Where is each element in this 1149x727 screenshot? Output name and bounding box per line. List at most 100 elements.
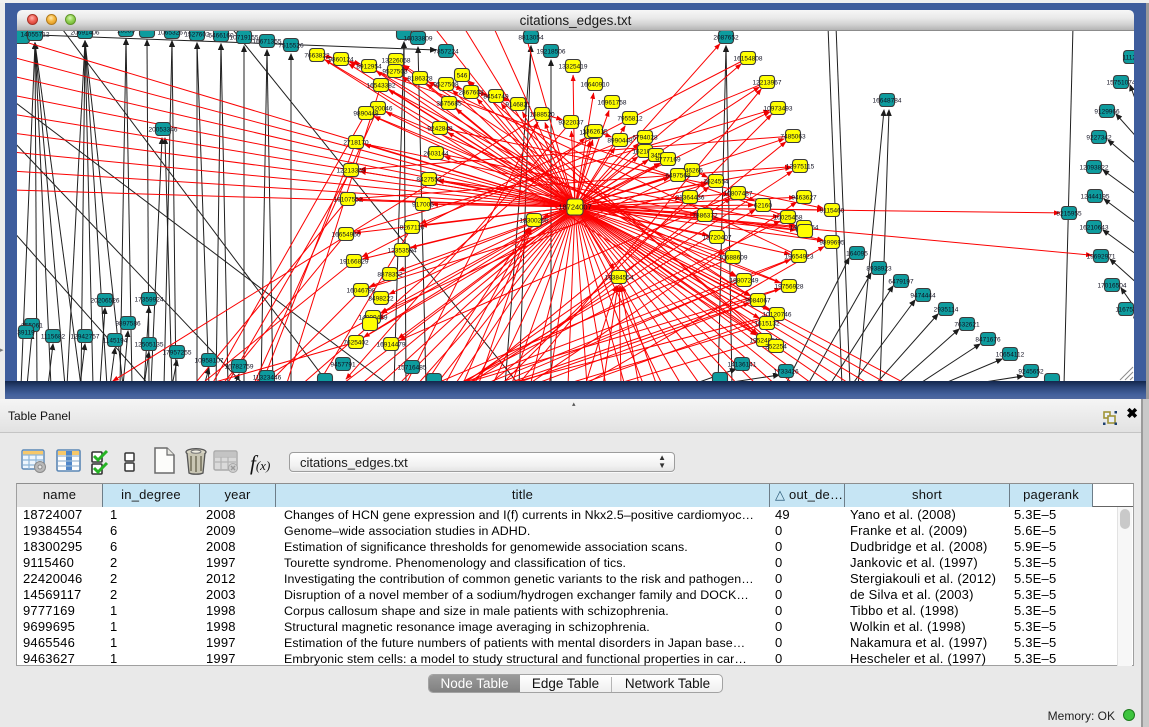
svg-text:12213369: 12213369 xyxy=(337,167,366,174)
svg-text:10688609: 10688609 xyxy=(719,254,748,261)
svg-text:7857224: 7857224 xyxy=(433,48,459,55)
svg-text:9860124: 9860124 xyxy=(328,56,354,63)
svg-text:2087652: 2087652 xyxy=(713,34,739,41)
svg-text:7515526: 7515526 xyxy=(278,42,304,49)
svg-text:16648784: 16648784 xyxy=(873,97,902,104)
svg-text:8454749: 8454749 xyxy=(483,93,509,100)
svg-text:9899695: 9899695 xyxy=(819,239,845,246)
svg-text:13325419: 13325419 xyxy=(559,63,588,70)
svg-text:1588520: 1588520 xyxy=(529,111,555,118)
svg-text:14136141: 14136141 xyxy=(728,361,757,368)
svg-text:19692971: 19692971 xyxy=(1087,253,1116,260)
svg-text:8267110: 8267110 xyxy=(400,224,425,231)
svg-text:6794028: 6794028 xyxy=(632,134,658,141)
svg-text:8912954: 8912954 xyxy=(356,63,382,70)
svg-text:17957255: 17957255 xyxy=(163,349,192,356)
svg-text:20691406: 20691406 xyxy=(71,31,100,36)
svg-text:19384554: 19384554 xyxy=(605,274,634,281)
svg-text:62160: 62160 xyxy=(754,202,772,209)
svg-text:19166829: 19166829 xyxy=(340,258,369,265)
svg-text:12213967: 12213967 xyxy=(753,79,782,86)
svg-text:9463627: 9463627 xyxy=(791,194,817,201)
svg-text:9890448: 9890448 xyxy=(353,110,379,117)
svg-text:10973493: 10973493 xyxy=(764,105,793,112)
svg-text:3675685: 3675685 xyxy=(436,100,462,107)
svg-text:546: 546 xyxy=(457,72,468,79)
svg-text:12353594: 12353594 xyxy=(388,247,417,254)
svg-text:252254: 252254 xyxy=(765,343,787,350)
svg-text:9527508: 9527508 xyxy=(433,81,459,88)
svg-text:2867608: 2867608 xyxy=(458,89,484,96)
svg-text:9129966: 9129966 xyxy=(1094,108,1120,115)
svg-text:9474444: 9474444 xyxy=(910,292,936,299)
svg-text:14055712: 14055712 xyxy=(21,31,50,38)
svg-text:3624554: 3624554 xyxy=(703,178,729,185)
svg-text:12444195: 12444195 xyxy=(1081,193,1110,200)
svg-text:19756928: 19756928 xyxy=(775,283,804,290)
svg-text:9227342: 9227342 xyxy=(1086,134,1112,141)
svg-text:917006: 917006 xyxy=(412,201,434,208)
svg-text:12975115: 12975115 xyxy=(786,163,815,170)
svg-text:9084067: 9084067 xyxy=(745,297,771,304)
svg-text:8471676: 8471676 xyxy=(975,336,1001,343)
svg-text:15751074: 15751074 xyxy=(1107,79,1134,86)
svg-text:15716485: 15716485 xyxy=(398,364,427,371)
svg-text:11123: 11123 xyxy=(1122,54,1134,61)
svg-text:9322037: 9322037 xyxy=(558,119,584,126)
svg-text:1615132: 1615132 xyxy=(754,320,780,327)
svg-text:17359924: 17359924 xyxy=(135,296,164,303)
svg-text:7663822: 7663822 xyxy=(304,52,330,59)
svg-text:6479197: 6479197 xyxy=(888,278,914,285)
svg-text:2935114: 2935114 xyxy=(934,306,959,313)
svg-text:7955812: 7955812 xyxy=(617,115,643,122)
svg-text:19654923: 19654923 xyxy=(785,253,814,260)
svg-text:1733426: 1733426 xyxy=(773,368,799,375)
svg-text:16033809: 16033809 xyxy=(404,35,433,42)
svg-text:10958107: 10958107 xyxy=(195,357,224,364)
svg-text:1145194: 1145194 xyxy=(103,337,128,344)
svg-text:16654966: 16654966 xyxy=(332,231,361,238)
svg-text:7632621: 7632621 xyxy=(954,321,980,328)
svg-text:9146821: 9146821 xyxy=(505,101,531,108)
svg-text:12093822: 12093822 xyxy=(1080,164,1109,171)
svg-text:11323446: 11323446 xyxy=(253,374,282,381)
svg-text:10654112: 10654112 xyxy=(996,351,1025,358)
svg-text:9245652: 9245652 xyxy=(1018,368,1044,375)
svg-text:1115682: 1115682 xyxy=(41,333,66,340)
svg-text:10653267: 10653267 xyxy=(158,31,187,36)
svg-text:164095: 164095 xyxy=(846,250,868,257)
svg-text:16107552: 16107552 xyxy=(334,196,363,203)
svg-text:8215955: 8215955 xyxy=(1056,210,1082,217)
svg-text:16640910: 16640910 xyxy=(581,81,610,88)
svg-text:17016504: 17016504 xyxy=(1098,282,1127,289)
svg-text:19218506: 19218506 xyxy=(537,48,566,55)
svg-text:16782759: 16782759 xyxy=(225,363,254,370)
svg-text:15720407: 15720407 xyxy=(703,234,732,241)
svg-text:6497568: 6497568 xyxy=(665,172,691,179)
svg-text:7485063: 7485063 xyxy=(780,133,806,140)
svg-text:39119: 39119 xyxy=(17,329,35,336)
svg-text:16210643: 16210643 xyxy=(1080,224,1109,231)
svg-text:7886372: 7886372 xyxy=(692,212,718,219)
svg-text:9115460: 9115460 xyxy=(820,207,845,214)
svg-text:8878352: 8878352 xyxy=(377,271,403,278)
svg-text:16914479: 16914479 xyxy=(377,341,406,348)
svg-text:18300295: 18300295 xyxy=(520,217,549,224)
svg-text:8938923: 8938923 xyxy=(866,265,892,272)
svg-text:18383: 18383 xyxy=(117,31,135,34)
svg-text:8427552: 8427552 xyxy=(416,176,442,183)
svg-text:9457791: 9457791 xyxy=(330,361,356,368)
svg-text:9777169: 9777169 xyxy=(655,156,681,163)
svg-text:16961758: 16961758 xyxy=(598,99,627,106)
svg-text:20053346: 20053346 xyxy=(149,126,178,133)
svg-text:1527602: 1527602 xyxy=(184,31,210,38)
svg-text:9527503: 9527503 xyxy=(382,68,408,75)
svg-text:13226058: 13226058 xyxy=(382,57,411,64)
svg-text:2718170: 2718170 xyxy=(343,139,369,146)
svg-text:2603144: 2603144 xyxy=(423,150,449,157)
svg-text:9897586: 9897586 xyxy=(115,320,141,327)
svg-text:8813054: 8813054 xyxy=(518,34,544,41)
svg-text:16154808: 16154808 xyxy=(734,55,763,62)
svg-text:16046798: 16046798 xyxy=(347,287,376,294)
svg-text:12942757: 12942757 xyxy=(71,333,100,340)
